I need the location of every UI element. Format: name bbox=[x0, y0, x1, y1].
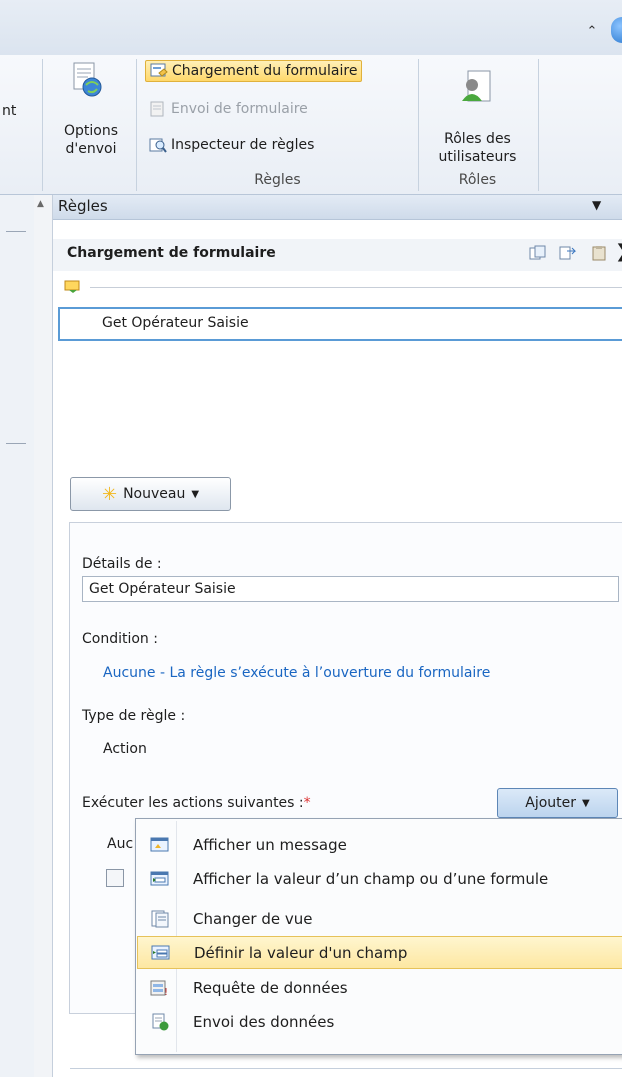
rules-group-label: Règles bbox=[254, 172, 301, 188]
field-value-icon bbox=[150, 870, 170, 888]
delete-rule-icon[interactable]: ❯ bbox=[615, 241, 622, 262]
help-icon[interactable] bbox=[611, 17, 622, 43]
form-load-icon bbox=[150, 63, 168, 79]
required-mark: * bbox=[303, 795, 311, 811]
new-rule-label: Nouveau bbox=[123, 486, 186, 502]
left-pane bbox=[0, 195, 35, 1077]
minimize-ribbon-icon[interactable]: ⌃ bbox=[584, 24, 600, 40]
submit-options-label-line2: d'envoi bbox=[65, 141, 117, 157]
chevron-down-icon: ▼ bbox=[582, 797, 590, 809]
ribbon: nt Options d'envoi Chargement du formula… bbox=[0, 55, 622, 195]
paste-rule-icon[interactable] bbox=[591, 245, 609, 261]
actions-label: Exécuter les actions suivantes :* bbox=[82, 795, 311, 811]
menu-item-set-field-value[interactable]: Définir la valeur d'un champ bbox=[137, 936, 622, 969]
rule-group-line bbox=[90, 287, 622, 288]
query-icon: ! bbox=[150, 979, 170, 998]
rule-inspector-label: Inspecteur de règles bbox=[171, 137, 315, 153]
user-roles-label-line1: Rôles des bbox=[444, 131, 511, 147]
user-roles-icon bbox=[462, 70, 491, 102]
menu-item-show-message[interactable]: Afficher un message bbox=[137, 828, 622, 861]
view-icon bbox=[150, 910, 170, 928]
condition-link[interactable]: Aucune - La règle s’exécute à l’ouvertur… bbox=[103, 665, 490, 681]
rules-subtitle: Chargement de formulaire bbox=[67, 245, 276, 261]
rule-type-value: Action bbox=[103, 741, 147, 757]
scroll-up-icon[interactable]: ▲ bbox=[37, 199, 44, 209]
ribbon-separator bbox=[538, 59, 539, 191]
form-load-button[interactable]: Chargement du formulaire bbox=[145, 60, 363, 82]
rule-group-icon bbox=[64, 280, 80, 293]
chevron-down-icon: ▼ bbox=[191, 488, 200, 500]
ribbon-separator bbox=[136, 59, 137, 191]
new-rule-button[interactable]: ✳ Nouveau ▼ bbox=[70, 477, 231, 511]
menu-item-label: Afficher la valeur d’un champ ou d’une f… bbox=[193, 869, 549, 888]
menu-item-query-data[interactable]: ! Requête de données bbox=[137, 971, 622, 1004]
menu-item-label: Changer de vue bbox=[193, 909, 313, 928]
user-roles-button[interactable]: Rôles des utilisateurs bbox=[420, 55, 535, 170]
rules-panel-title: Règles bbox=[58, 197, 108, 215]
copy-all-rules-icon[interactable] bbox=[559, 245, 577, 261]
rule-inspector-icon bbox=[149, 137, 167, 153]
copy-rule-icon[interactable] bbox=[529, 245, 547, 261]
ribbon-separator bbox=[42, 59, 43, 191]
menu-item-label: Définir la valeur d'un champ bbox=[194, 943, 408, 962]
roles-group-label: Rôles bbox=[458, 172, 497, 188]
left-scrollbar[interactable]: ▲ bbox=[34, 195, 53, 1077]
panel-menu-icon[interactable]: ▼ bbox=[592, 198, 601, 212]
rule-list-item-label: Get Opérateur Saisie bbox=[102, 315, 249, 331]
condition-label: Condition : bbox=[82, 631, 158, 647]
form-submit-label: Envoi de formulaire bbox=[171, 101, 308, 117]
submit-icon bbox=[150, 1013, 170, 1031]
rules-panel-header: Règles ▼ bbox=[53, 195, 622, 220]
add-action-menu: Afficher un message Afficher la valeur d… bbox=[135, 818, 622, 1055]
actions-placeholder: Auc bbox=[107, 836, 134, 852]
ribbon-separator bbox=[418, 59, 419, 191]
form-submit-icon bbox=[149, 101, 167, 117]
rule-type-label: Type de règle : bbox=[82, 708, 186, 724]
menu-item-label: Requête de données bbox=[193, 978, 348, 997]
form-submit-button[interactable]: Envoi de formulaire bbox=[145, 99, 312, 119]
ribbon-cut-label[interactable]: nt bbox=[2, 103, 16, 119]
rule-name-input[interactable]: Get Opérateur Saisie bbox=[82, 576, 619, 602]
menu-item-submit-data[interactable]: Envoi des données bbox=[137, 1005, 622, 1038]
menu-item-show-field-value[interactable]: Afficher la valeur d’un champ ou d’une f… bbox=[137, 862, 622, 895]
menu-item-label: Afficher un message bbox=[193, 835, 347, 854]
svg-text:!: ! bbox=[164, 987, 168, 997]
rule-list-item[interactable]: Get Opérateur Saisie bbox=[58, 307, 622, 341]
add-action-label: Ajouter bbox=[525, 795, 577, 811]
set-field-icon bbox=[151, 944, 171, 962]
user-roles-label-line2: utilisateurs bbox=[438, 149, 517, 165]
add-action-button[interactable]: Ajouter ▼ bbox=[497, 788, 618, 818]
actions-label-text: Exécuter les actions suivantes : bbox=[82, 795, 304, 811]
left-pane-divider bbox=[6, 443, 26, 444]
sparkle-icon: ✳ bbox=[101, 483, 118, 505]
rule-inspector-button[interactable]: Inspecteur de règles bbox=[145, 135, 318, 155]
menu-item-change-view[interactable]: Changer de vue bbox=[137, 902, 622, 935]
bottom-divider bbox=[70, 1068, 622, 1069]
rules-panel-subheader: Chargement de formulaire ❯ bbox=[53, 239, 622, 271]
submit-options-button[interactable]: Options d'envoi bbox=[50, 55, 130, 191]
menu-item-label: Envoi des données bbox=[193, 1012, 335, 1031]
submit-options-icon bbox=[73, 62, 102, 97]
action-checkbox[interactable] bbox=[106, 869, 124, 887]
message-icon bbox=[150, 836, 170, 854]
form-load-label: Chargement du formulaire bbox=[172, 63, 358, 79]
submit-options-label-line1: Options bbox=[63, 123, 119, 139]
title-strip bbox=[0, 0, 622, 56]
left-pane-divider bbox=[6, 231, 26, 232]
details-label: Détails de : bbox=[82, 556, 162, 572]
